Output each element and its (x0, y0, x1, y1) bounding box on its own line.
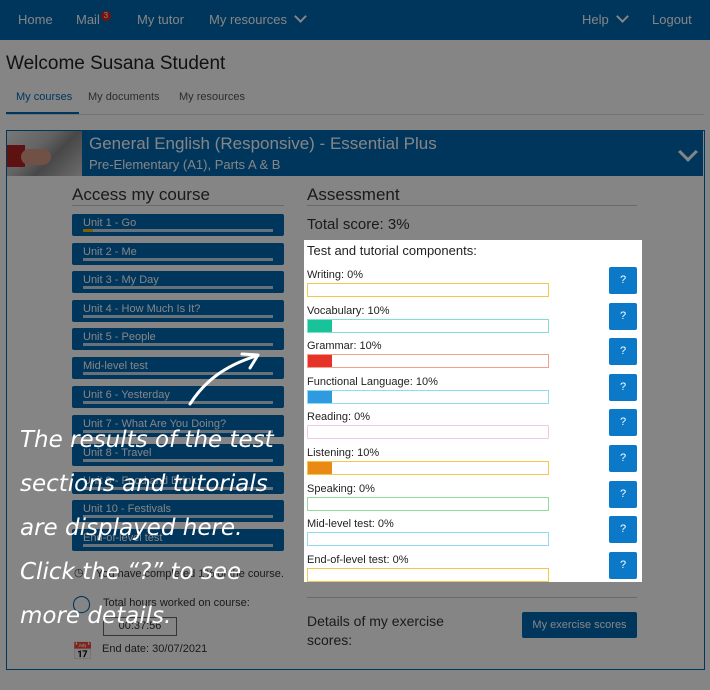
arrow-icon (188, 352, 260, 406)
component-label: Listening: 10% (307, 447, 380, 459)
component-details-button[interactable]: ? (609, 373, 637, 401)
component-score-fill (308, 355, 332, 368)
component-details-button[interactable]: ? (609, 445, 637, 472)
component-details-button[interactable]: ? (609, 302, 637, 330)
component-details-button[interactable]: ? (609, 480, 637, 508)
callout-line: more details. (20, 603, 172, 629)
component-label: Functional Language: 10% (307, 375, 438, 388)
component-score-bar (307, 283, 549, 297)
component-score-bar (307, 461, 549, 475)
component-label: Vocabulary: 10% (307, 304, 390, 317)
tutorial-callout: The results of the test sections and tut… (20, 418, 310, 638)
component-label: Mid-level test: 0% (307, 518, 394, 531)
component-score-fill (308, 462, 332, 474)
component-score-bar (307, 389, 549, 404)
component-details-button[interactable]: ? (609, 516, 637, 544)
component-score-bar (307, 496, 549, 511)
component-details-button[interactable]: ? (609, 267, 637, 294)
component-label: End-of-level test: 0% (307, 553, 409, 566)
component-label: Reading: 0% (307, 411, 370, 424)
callout-line: are displayed here. (20, 515, 243, 541)
component-details-button[interactable]: ? (609, 338, 637, 366)
callout-line: Click the “?” to see (20, 559, 242, 585)
component-score-bar (307, 318, 549, 333)
component-details-button[interactable]: ? (609, 409, 637, 437)
callout-line: sections and tutorials (20, 471, 268, 497)
component-details-button[interactable]: ? (609, 551, 637, 579)
component-score-bar (307, 425, 549, 440)
component-score-fill (308, 390, 332, 403)
components-heading: Test and tutorial components: (307, 243, 477, 258)
component-score-bar (307, 532, 549, 547)
component-label: Grammar: 10% (307, 340, 382, 353)
component-score-fill (308, 319, 332, 332)
component-score-bar (307, 567, 549, 582)
component-score-bar (307, 354, 549, 369)
callout-line: The results of the test (20, 427, 274, 453)
component-label: Speaking: 0% (307, 482, 375, 495)
component-label: Writing: 0% (307, 269, 364, 281)
